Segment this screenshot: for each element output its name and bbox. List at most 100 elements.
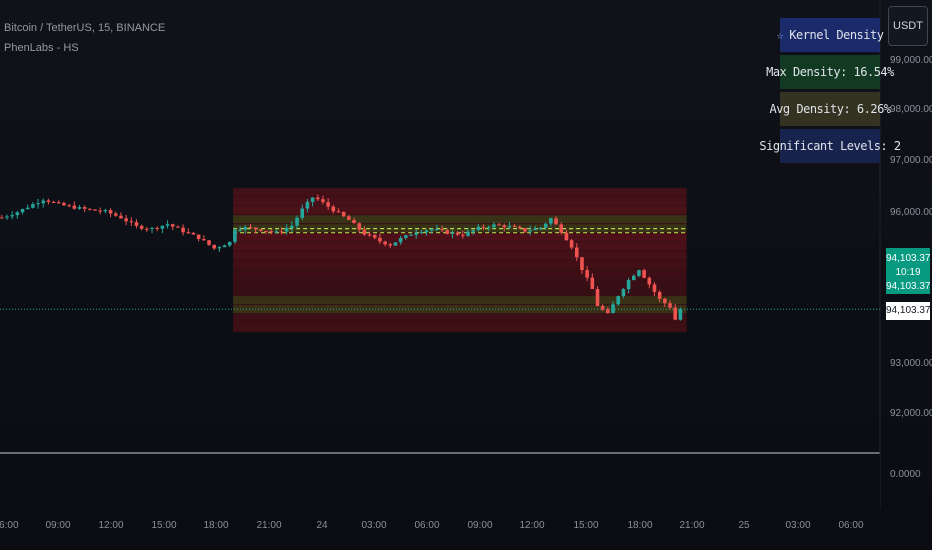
indicator-legend[interactable]: PhenLabs - HS	[4, 42, 79, 54]
time-axis-label: 18:00	[627, 520, 653, 531]
time-axis-label: 03:00	[785, 520, 811, 531]
candle-body	[590, 277, 595, 290]
candle-body	[606, 309, 610, 314]
time-axis-label: 06:00	[414, 520, 440, 531]
max-density-row: Max Density: 16.54%	[766, 55, 894, 89]
candle-body	[36, 203, 40, 205]
candle-body	[155, 227, 159, 229]
candle-body	[647, 277, 652, 285]
candle-body	[176, 226, 180, 228]
candle-body	[362, 229, 367, 235]
candle-body	[523, 228, 527, 232]
significant-levels-row: Significant Levels: 2	[759, 129, 901, 163]
candle-body	[77, 207, 82, 209]
kernel-density-panel: ☆ Kernel Density Max Density: 16.54% Avg…	[759, 18, 901, 166]
candle-body	[652, 284, 657, 292]
candle-body	[595, 289, 600, 306]
candle-body	[227, 241, 232, 246]
time-axis-label: 25	[738, 520, 750, 531]
price-label: 99,000.00	[890, 55, 932, 66]
candle-body	[119, 215, 123, 219]
candle-body	[331, 206, 336, 212]
candle-body	[533, 228, 538, 231]
candle-body	[471, 230, 475, 232]
candle-body	[600, 305, 605, 310]
candle-body	[678, 309, 683, 320]
candle-body	[404, 235, 408, 239]
candle-body	[668, 303, 672, 308]
sub-pane-value: 0.0000	[890, 469, 921, 480]
candle-body	[160, 225, 165, 229]
candle-body	[269, 231, 273, 233]
candle-body	[274, 231, 279, 233]
candle-body	[621, 289, 626, 297]
candle-body	[580, 257, 584, 271]
density-band	[233, 188, 687, 197]
candle-body	[5, 216, 9, 218]
candle-body	[238, 229, 242, 231]
candle-body	[393, 242, 398, 246]
candle-body	[631, 275, 636, 281]
candle-body	[145, 228, 149, 230]
candle-body	[326, 202, 330, 207]
candle-body	[512, 225, 517, 227]
candle-body	[202, 239, 206, 241]
time-axis-label: 18:00	[203, 520, 229, 531]
candle-body	[222, 245, 227, 248]
star-icon: ☆	[776, 28, 784, 42]
time-axis-label: 15:00	[151, 520, 177, 531]
kernel-density-header: ☆ Kernel Density	[776, 18, 884, 52]
indicator-sub-pane	[0, 455, 880, 510]
time-axis-label: 15:00	[573, 520, 599, 531]
candle-body	[181, 227, 185, 233]
candle-body	[150, 227, 154, 229]
time-axis-label: 06:00	[0, 520, 19, 531]
candle-body	[264, 230, 268, 232]
candle-body	[626, 280, 631, 290]
candle-body	[67, 205, 71, 207]
candle-body	[170, 224, 175, 227]
density-band	[233, 233, 687, 242]
candle-body	[642, 270, 646, 278]
candle-body	[31, 204, 35, 208]
candle-body	[41, 200, 46, 204]
candle-body	[62, 202, 66, 206]
candle-body	[383, 241, 387, 245]
candle-body	[56, 202, 61, 204]
candle-body	[616, 296, 621, 305]
candle-body	[284, 227, 289, 232]
candle-body	[564, 232, 569, 241]
candle-body	[435, 229, 439, 231]
currency-button[interactable]: USDT	[888, 6, 928, 46]
candle-body	[507, 225, 512, 228]
density-band	[233, 278, 687, 287]
candle-body	[46, 200, 51, 202]
candle-body	[212, 244, 216, 249]
candle-body	[657, 291, 662, 299]
candle-body	[253, 227, 258, 230]
candle-body	[124, 218, 128, 222]
candle-body	[455, 232, 460, 235]
candle-body	[25, 207, 30, 209]
candle-body	[569, 240, 574, 248]
symbol-legend[interactable]: Bitcoin / TetherUS, 15, BINANCE	[4, 22, 165, 34]
candle-body	[347, 216, 351, 220]
candle-body	[259, 229, 263, 231]
current-price-tag: 94,103.37 10:19 94,103.37	[886, 248, 931, 294]
kernel-density-title: Kernel Density	[789, 28, 884, 42]
candle-body	[186, 232, 191, 234]
candle-body	[574, 247, 579, 258]
avg-density-row: Avg Density: 6.26%	[769, 92, 891, 126]
candle-body	[20, 208, 25, 213]
candle-body	[0, 217, 4, 219]
time-axis-label: 12:00	[519, 520, 545, 531]
candle-body	[103, 210, 108, 212]
candle-body	[72, 205, 77, 209]
candle-body	[476, 226, 481, 231]
candle-body	[15, 212, 20, 216]
candle-body	[481, 226, 486, 228]
candle-body	[315, 197, 320, 200]
candle-body	[461, 234, 465, 236]
candle-body	[388, 244, 393, 246]
time-axis-label: 09:00	[467, 520, 493, 531]
